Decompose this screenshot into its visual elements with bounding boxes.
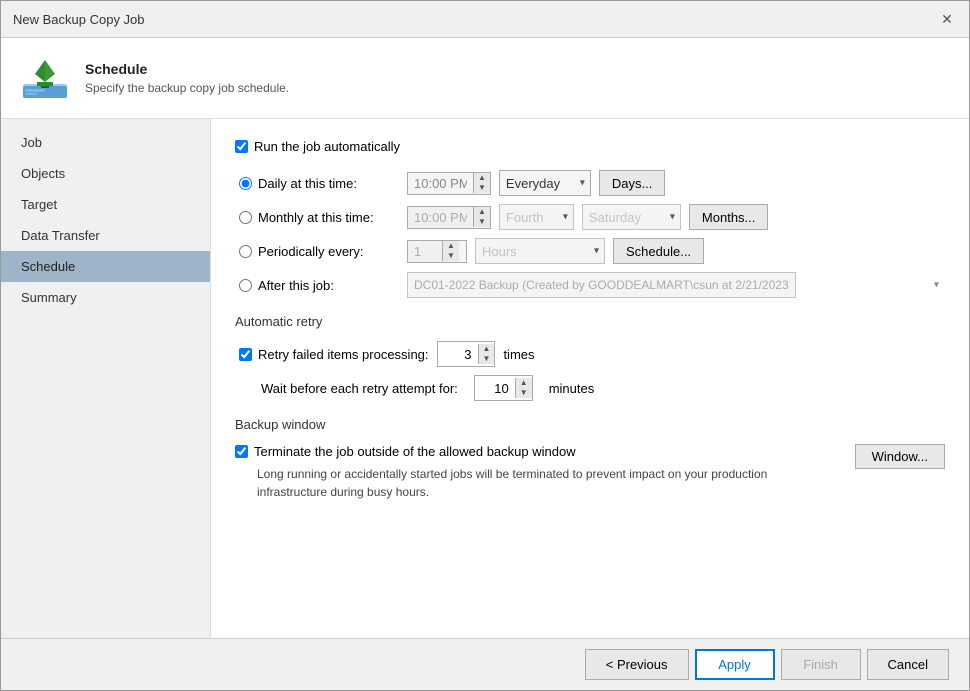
cancel-button[interactable]: Cancel [867, 649, 949, 680]
periodically-spinner: ▲ ▼ [442, 241, 459, 261]
main-content: Run the job automatically Daily at this … [211, 119, 969, 638]
monthly-radio-label[interactable]: Monthly at this time: [239, 210, 399, 225]
daily-row: Daily at this time: ▲ ▼ Everyday Weekday… [239, 170, 945, 196]
wait-row: Wait before each retry attempt for: ▲ ▼ … [261, 375, 945, 401]
daily-radio-label[interactable]: Daily at this time: [239, 176, 399, 191]
daily-time-field[interactable] [408, 173, 473, 194]
backup-window-divider: Backup window [235, 417, 945, 432]
wait-unit-label: minutes [549, 381, 595, 396]
monthly-day-wrapper: First Second Third Fourth Last [499, 204, 574, 230]
close-button[interactable]: ✕ [937, 9, 957, 29]
sidebar-item-job[interactable]: Job [1, 127, 210, 158]
schedule-icon [21, 54, 69, 102]
days-button[interactable]: Days... [599, 170, 665, 196]
monthly-weekday-wrapper: Monday Tuesday Wednesday Thursday Friday… [582, 204, 681, 230]
retry-label[interactable]: Retry failed items processing: [239, 347, 429, 362]
periodically-unit-wrapper: Minutes Hours [475, 238, 605, 264]
retry-count-input: ▲ ▼ [437, 341, 496, 367]
retry-checkbox[interactable] [239, 348, 252, 361]
monthly-weekday-select[interactable]: Monday Tuesday Wednesday Thursday Friday… [582, 204, 681, 230]
terminate-label[interactable]: Terminate the job outside of the allowed… [235, 444, 839, 459]
retry-row: Retry failed items processing: ▲ ▼ times [239, 341, 945, 367]
header-subtitle: Specify the backup copy job schedule. [85, 81, 289, 95]
retry-unit-label: times [503, 347, 534, 362]
daily-frequency-select[interactable]: Everyday Weekdays Weekends [499, 170, 591, 196]
schedule-options: Daily at this time: ▲ ▼ Everyday Weekday… [239, 170, 945, 298]
daily-time-up[interactable]: ▲ [474, 173, 490, 183]
wait-down[interactable]: ▼ [516, 388, 532, 398]
content-area: Job Objects Target Data Transfer Schedul… [1, 119, 969, 638]
terminate-checkbox[interactable] [235, 445, 248, 458]
periodically-up[interactable]: ▲ [443, 241, 459, 251]
periodically-radio-label[interactable]: Periodically every: [239, 244, 399, 259]
monthly-day-select[interactable]: First Second Third Fourth Last [499, 204, 574, 230]
monthly-time-spinner: ▲ ▼ [473, 207, 490, 227]
wait-value-field[interactable] [475, 379, 515, 398]
finish-button[interactable]: Finish [781, 649, 861, 680]
daily-dropdown-wrapper: Everyday Weekdays Weekends [499, 170, 591, 196]
header-area: Schedule Specify the backup copy job sch… [1, 38, 969, 119]
window-description: Long running or accidentally started job… [257, 465, 839, 501]
header-title: Schedule [85, 61, 289, 77]
after-job-wrapper: DC01-2022 Backup (Created by GOODDEALMAR… [407, 272, 945, 298]
wait-spinner: ▲ ▼ [515, 378, 532, 398]
run-automatically-label[interactable]: Run the job automatically [235, 139, 400, 154]
terminate-section: Terminate the job outside of the allowed… [235, 444, 839, 501]
retry-count-down[interactable]: ▼ [479, 354, 495, 364]
retry-section: Retry failed items processing: ▲ ▼ times… [239, 341, 945, 401]
daily-radio[interactable] [239, 177, 252, 190]
sidebar-item-objects[interactable]: Objects [1, 158, 210, 189]
wait-label: Wait before each retry attempt for: [261, 381, 458, 396]
months-button[interactable]: Months... [689, 204, 768, 230]
header-text: Schedule Specify the backup copy job sch… [85, 61, 289, 95]
sidebar: Job Objects Target Data Transfer Schedul… [1, 119, 211, 638]
automatic-retry-divider: Automatic retry [235, 314, 945, 329]
new-backup-copy-job-dialog: New Backup Copy Job ✕ Schedule Specify t… [0, 0, 970, 691]
run-automatically-section: Run the job automatically [235, 139, 945, 154]
retry-count-field[interactable] [438, 345, 478, 364]
daily-time-input: ▲ ▼ [407, 172, 491, 195]
periodically-down[interactable]: ▼ [443, 251, 459, 261]
after-job-radio[interactable] [239, 279, 252, 292]
apply-button[interactable]: Apply [695, 649, 775, 680]
wait-up[interactable]: ▲ [516, 378, 532, 388]
wait-value-input: ▲ ▼ [474, 375, 533, 401]
monthly-time-up[interactable]: ▲ [474, 207, 490, 217]
sidebar-item-summary[interactable]: Summary [1, 282, 210, 313]
periodically-value-field[interactable] [408, 241, 442, 262]
periodically-radio[interactable] [239, 245, 252, 258]
after-job-radio-label[interactable]: After this job: [239, 278, 399, 293]
previous-button[interactable]: < Previous [585, 649, 689, 680]
title-bar: New Backup Copy Job ✕ [1, 1, 969, 38]
dialog-title: New Backup Copy Job [13, 12, 145, 27]
periodically-row: Periodically every: ▲ ▼ Minutes Hours [239, 238, 945, 264]
backup-window-section: Backup window Terminate the job outside … [235, 417, 945, 501]
after-job-select[interactable]: DC01-2022 Backup (Created by GOODDEALMAR… [407, 272, 796, 298]
monthly-time-down[interactable]: ▼ [474, 217, 490, 227]
sidebar-item-target[interactable]: Target [1, 189, 210, 220]
retry-count-spinner: ▲ ▼ [478, 344, 495, 364]
sidebar-item-data-transfer[interactable]: Data Transfer [1, 220, 210, 251]
monthly-time-field[interactable] [408, 207, 473, 228]
monthly-radio[interactable] [239, 211, 252, 224]
window-button[interactable]: Window... [855, 444, 945, 469]
daily-time-down[interactable]: ▼ [474, 183, 490, 193]
daily-time-spinner: ▲ ▼ [473, 173, 490, 193]
monthly-row: Monthly at this time: ▲ ▼ First Second [239, 204, 945, 230]
sidebar-item-schedule[interactable]: Schedule [1, 251, 210, 282]
after-job-row: After this job: DC01-2022 Backup (Create… [239, 272, 945, 298]
monthly-time-input: ▲ ▼ [407, 206, 491, 229]
retry-count-up[interactable]: ▲ [479, 344, 495, 354]
window-header: Terminate the job outside of the allowed… [235, 444, 945, 501]
run-automatically-checkbox[interactable] [235, 140, 248, 153]
periodically-value-input: ▲ ▼ [407, 240, 467, 263]
schedule-button[interactable]: Schedule... [613, 238, 704, 264]
footer: < Previous Apply Finish Cancel [1, 638, 969, 690]
periodically-unit-select[interactable]: Minutes Hours [475, 238, 605, 264]
